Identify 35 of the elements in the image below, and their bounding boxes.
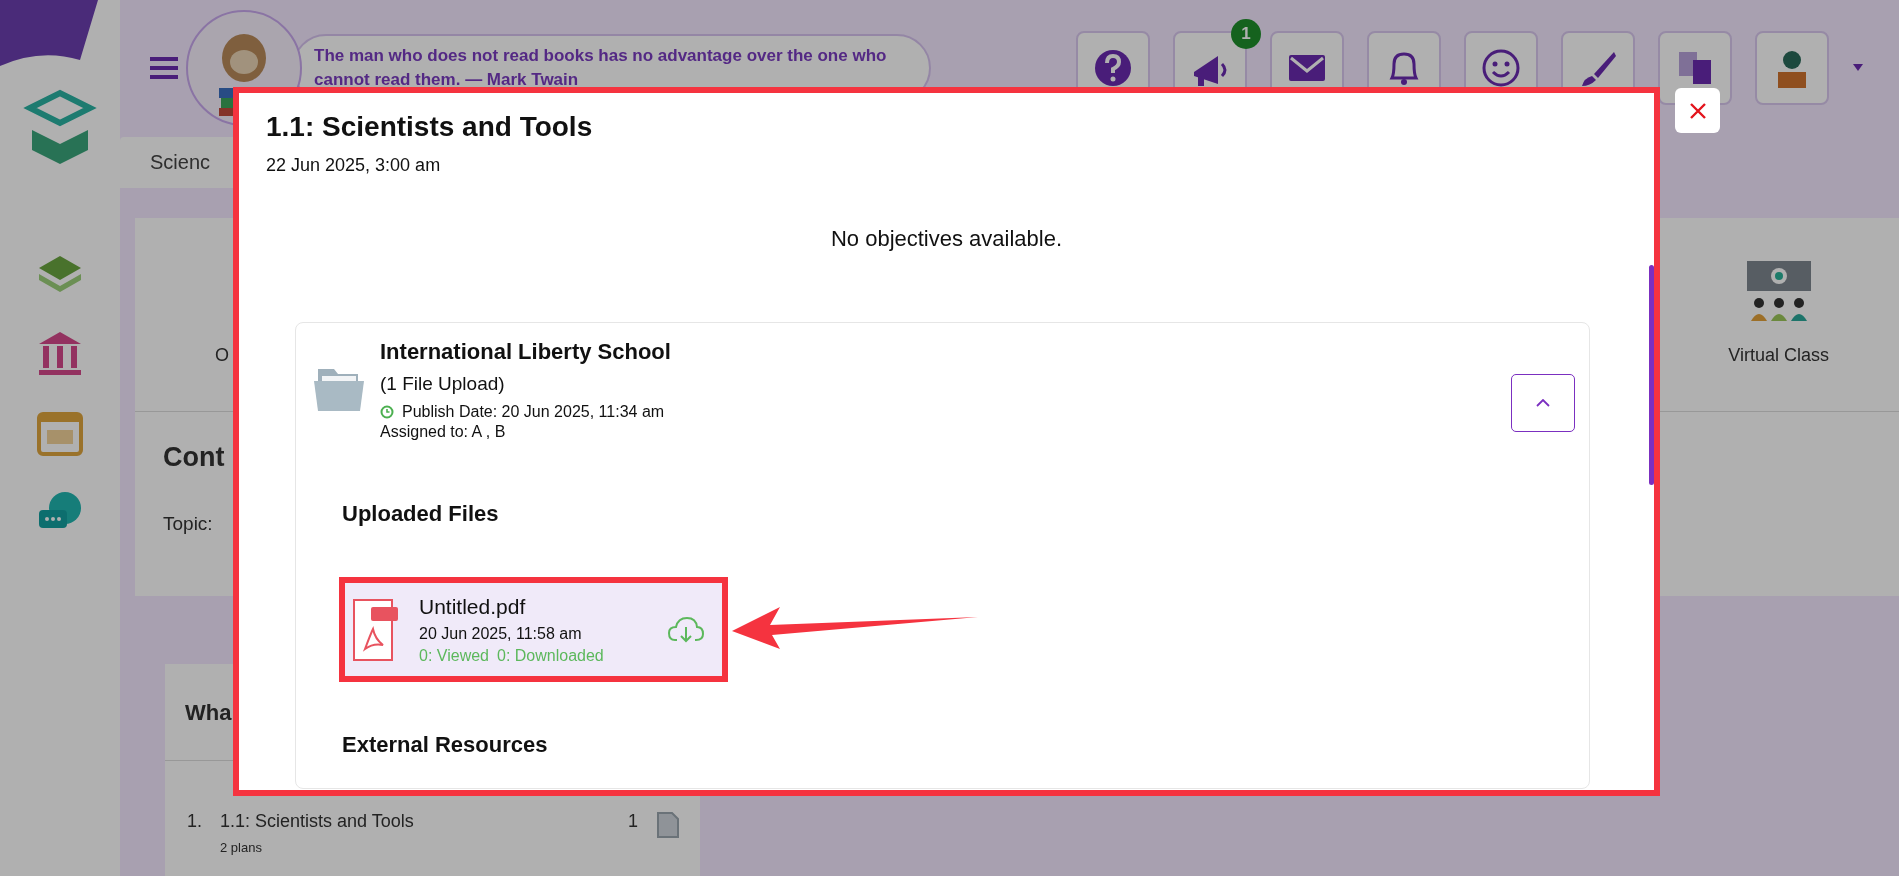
tile-label[interactable]: O [215, 345, 229, 366]
collapse-button[interactable] [1511, 374, 1575, 432]
file-date: 20 Jun 2025, 11:58 am [419, 624, 583, 643]
dialog-title: 1.1: Scientists and Tools [266, 111, 594, 143]
download-count: 0: Downloaded [497, 646, 604, 665]
scrollbar[interactable] [1649, 265, 1654, 485]
content-title: Cont [163, 442, 225, 473]
close-icon [1688, 101, 1707, 120]
tile-label[interactable]: Virtual Class [1728, 345, 1829, 366]
virtual-class-icon [1746, 261, 1811, 321]
assigned-to: Assigned to: A , B [380, 423, 507, 441]
profile-avatar-button[interactable] [1755, 30, 1829, 105]
notification-badge: 1 [1231, 18, 1261, 49]
empty-message: No objectives available. [830, 226, 1063, 252]
list-item-subtitle: 2 plans [220, 840, 263, 855]
upload-count: (1 File Upload) [380, 373, 506, 395]
section-heading: Uploaded Files [342, 501, 500, 527]
file-card[interactable]: Untitled.pdf 20 Jun 2025, 11:58 am 0: Viewed 0: Downloaded [339, 577, 728, 682]
list-number: 1. [187, 811, 202, 833]
close-button[interactable] [1675, 88, 1720, 133]
pdf-file-icon [353, 598, 399, 661]
section-heading: External Resources [342, 732, 549, 758]
clock-icon [380, 405, 394, 419]
publish-date: Publish Date: 20 Jun 2025, 11:34 am [402, 403, 665, 421]
chevron-icon [1536, 399, 1550, 407]
view-count: 0: Viewed [419, 646, 489, 665]
file-name: Untitled.pdf [419, 594, 527, 619]
folder-icon [314, 367, 364, 411]
topic-label: Topic: [163, 513, 213, 535]
dialog-date: 22 Jun 2025, 3:00 am [266, 155, 442, 176]
menu-icon[interactable] [150, 54, 178, 81]
group-name: International Liberty School [380, 339, 672, 365]
caret-icon[interactable] [1853, 64, 1863, 71]
item-count: 1 [628, 811, 638, 833]
list-item-title[interactable]: 1.1: Scientists and Tools [220, 811, 610, 832]
